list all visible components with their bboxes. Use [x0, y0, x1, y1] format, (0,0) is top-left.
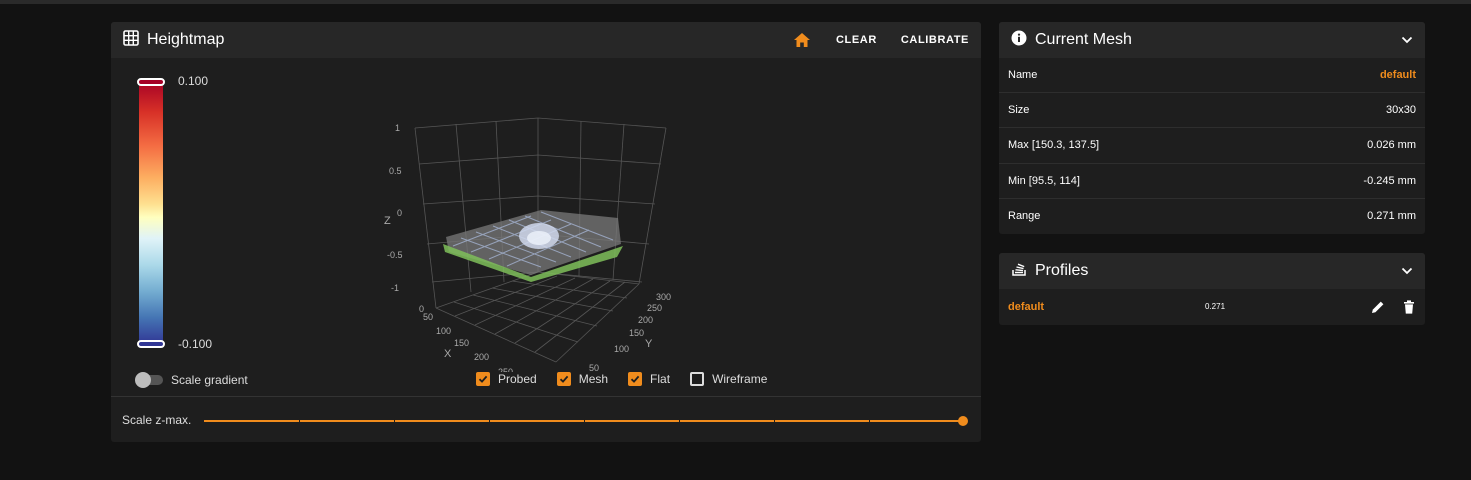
x-tick: 50	[423, 312, 433, 322]
mesh-row-max: Max [150.3, 137.5] 0.026 mm	[999, 128, 1425, 164]
slider-tick	[869, 420, 870, 422]
slider-tick	[774, 420, 775, 422]
profiles-panel: Profiles default 0.271	[999, 253, 1425, 325]
y-tick: 100	[614, 344, 629, 354]
row-label: Max [150.3, 137.5]	[1008, 139, 1100, 152]
slider-tick	[299, 420, 300, 422]
checkbox-flat[interactable]: Flat	[628, 372, 670, 386]
x-tick: 150	[454, 338, 469, 348]
slider-tick	[394, 420, 395, 422]
mesh-row-size: Size 30x30	[999, 93, 1425, 129]
legend-max-label: 0.100	[178, 74, 209, 88]
x-tick: 200	[474, 352, 489, 362]
scale-gradient-toggle[interactable]: Scale gradient	[135, 372, 248, 388]
pencil-icon[interactable]	[1371, 300, 1385, 314]
z-tick: -0.5	[387, 250, 403, 260]
heightmap-3d-plot[interactable]: 1 0.5 0 -0.5 -1 Z 0 50 100 150 200 250 X…	[381, 112, 701, 372]
check-icon	[630, 375, 640, 383]
trash-icon[interactable]	[1403, 299, 1415, 314]
mesh-row-range: Range 0.271 mm	[999, 199, 1425, 234]
legend-min-handle[interactable]	[137, 340, 165, 348]
mesh-row-name: Name default	[999, 58, 1425, 94]
checkbox-wireframe[interactable]: Wireframe	[690, 372, 767, 386]
profile-name[interactable]: default	[1008, 301, 1044, 313]
scale-zmax-slider[interactable]	[204, 416, 968, 426]
checkbox-box[interactable]	[628, 372, 643, 386]
row-value: -0.245 mm	[1363, 174, 1416, 187]
checkbox-label: Wireframe	[712, 372, 768, 386]
clear-button[interactable]: CLEAR	[836, 34, 877, 46]
legend-min-label: -0.100	[178, 337, 213, 351]
slider-tick	[584, 420, 585, 422]
row-value: 0.271 mm	[1367, 210, 1416, 223]
grid-icon	[123, 29, 139, 51]
row-label: Name	[1008, 69, 1038, 82]
z-tick: -1	[391, 283, 399, 293]
color-scale-bar	[139, 80, 163, 344]
stack-icon	[1011, 261, 1027, 282]
checkbox-label: Flat	[650, 372, 671, 386]
check-icon	[478, 375, 488, 383]
checkbox-probed[interactable]: Probed	[476, 372, 537, 386]
slider-tick	[679, 420, 680, 422]
heightmap-header: Heightmap CLEAR CALIBRATE	[111, 22, 981, 58]
z-tick: 0.5	[389, 166, 402, 176]
z-tick: 0	[397, 208, 402, 218]
heightmap-title: Heightmap	[147, 31, 225, 48]
home-icon	[793, 33, 810, 47]
scale-zmax-label: Scale z-max.	[122, 413, 192, 427]
profile-row[interactable]: default 0.271	[999, 289, 1425, 324]
y-tick: 150	[629, 328, 644, 338]
display-options: Probed Mesh Flat Wireframe	[476, 372, 787, 386]
profiles-title: Profiles	[1035, 262, 1089, 279]
home-button[interactable]	[793, 33, 810, 47]
row-label: Range	[1008, 210, 1041, 223]
checkbox-label: Mesh	[578, 372, 609, 386]
mesh-row-min: Min [95.5, 114] -0.245 mm	[999, 164, 1425, 199]
y-tick: 300	[656, 292, 671, 302]
info-icon	[1011, 30, 1027, 51]
toggle-track[interactable]	[135, 372, 163, 388]
row-label: Min [95.5, 114]	[1008, 174, 1080, 187]
y-tick: 250	[647, 303, 662, 313]
x-tick: 100	[436, 326, 451, 336]
y-axis-label: Y	[645, 338, 653, 350]
current-mesh-panel: Current Mesh Name default Size 30x30 Max…	[999, 22, 1425, 234]
check-icon	[559, 375, 568, 383]
profile-range: 0.271	[1205, 302, 1226, 311]
calibrate-button[interactable]: CALIBRATE	[901, 34, 969, 46]
checkbox-box[interactable]	[476, 372, 490, 386]
toggle-knob[interactable]	[135, 372, 151, 388]
heightmap-panel: Heightmap CLEAR CALIBRATE 0.100 -0.100 1…	[111, 22, 981, 442]
current-mesh-header[interactable]: Current Mesh	[999, 22, 1425, 58]
chevron-down-icon[interactable]	[1401, 262, 1413, 280]
y-tick: 50	[589, 363, 599, 372]
checkbox-box[interactable]	[690, 372, 705, 386]
profiles-header[interactable]: Profiles	[999, 253, 1425, 289]
row-label: Size	[1008, 104, 1030, 117]
legend-max-handle[interactable]	[137, 78, 165, 86]
current-mesh-title: Current Mesh	[1035, 31, 1132, 48]
top-bar	[0, 0, 1471, 4]
z-axis-label: Z	[384, 215, 391, 227]
checkbox-box[interactable]	[556, 372, 571, 386]
row-value: 0.026 mm	[1367, 139, 1416, 152]
divider	[111, 396, 981, 397]
row-value: 30x30	[1386, 104, 1416, 117]
z-tick: 1	[395, 123, 400, 133]
chevron-down-icon[interactable]	[1401, 31, 1413, 49]
profile-actions	[1353, 299, 1415, 314]
x-axis-label: X	[444, 348, 452, 360]
scale-gradient-label: Scale gradient	[171, 373, 248, 387]
checkbox-mesh[interactable]: Mesh	[556, 372, 609, 386]
checkbox-label: Probed	[498, 372, 537, 386]
slider-thumb[interactable]	[958, 416, 968, 426]
row-value: default	[1379, 69, 1416, 82]
y-tick: 200	[638, 315, 653, 325]
slider-tick	[489, 420, 490, 422]
